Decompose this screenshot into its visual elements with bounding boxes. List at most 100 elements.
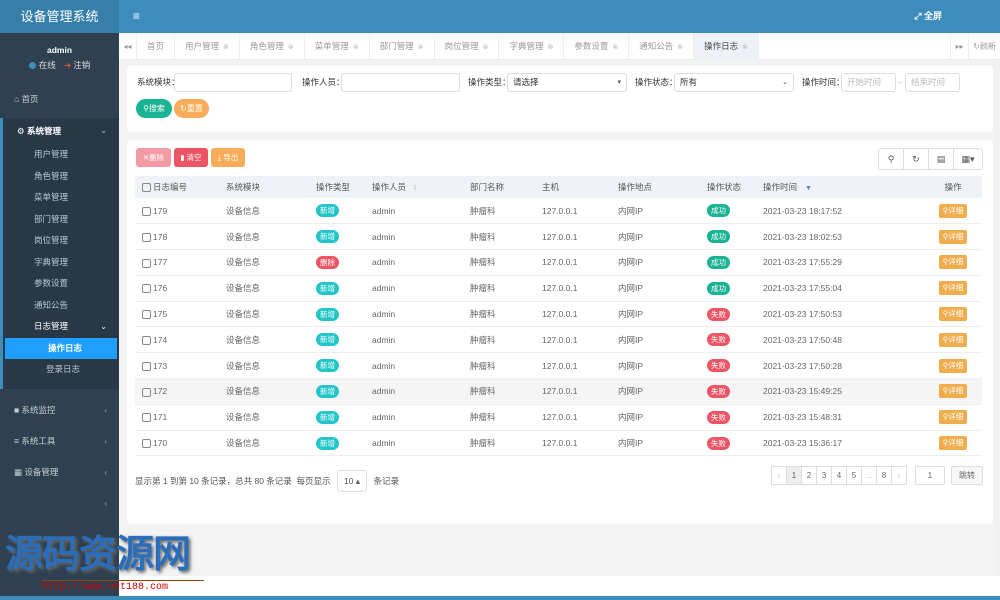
detail-button[interactable]: ⚲详细 (938, 203, 968, 218)
tab-home[interactable]: 首页 (137, 33, 176, 60)
tab-config[interactable]: 参数设置 ⊗ (564, 33, 630, 60)
sidebar-item-operlog[interactable]: 操作日志 (5, 337, 117, 359)
tabs-scroll-left-icon[interactable]: ◂◂ (119, 33, 137, 60)
type-select[interactable]: 请选择 ▾ (507, 73, 627, 92)
end-time-input[interactable]: 结束时间 (905, 73, 960, 92)
page-button[interactable]: 1 (786, 466, 802, 485)
detail-button[interactable]: ⚲详细 (938, 332, 968, 347)
sidebar-item-roles[interactable]: 角色管理 (3, 166, 119, 188)
clear-button[interactable]: ▮ 清空 (174, 148, 208, 167)
export-button[interactable]: ⤓ 导出 (211, 148, 245, 167)
status-select[interactable]: 所有 ⌄ (674, 73, 794, 92)
select-all-checkbox[interactable] (142, 183, 151, 193)
sidebar-item-tools[interactable]: ≡ 系统工具 ‹ (0, 426, 119, 457)
prev-page-button[interactable]: ‹ (771, 466, 787, 485)
page-scrollbar[interactable] (994, 60, 1000, 576)
table-row[interactable]: 173 设备信息 新增 admin 肿瘤科 127.0.0.1 内网IP 失败 2021-03-… (135, 353, 982, 379)
sidebar-item-devices[interactable]: ▦ 设备管理 ‹ (0, 457, 119, 488)
table-row[interactable]: 175 设备信息 新增 admin 肿瘤科 127.0.0.1 内网IP 失败 2021-03-… (135, 301, 982, 327)
sidebar-item-system[interactable]: ⚙ 系统管理 ⌄ (0, 118, 119, 144)
row-checkbox[interactable] (142, 413, 151, 423)
page-button[interactable]: 3 (816, 466, 832, 485)
close-icon[interactable]: ⊗ (288, 44, 294, 51)
col-module[interactable]: 系统模块 (226, 176, 316, 198)
detail-button[interactable]: ⚲详细 (938, 307, 968, 322)
jump-button[interactable]: 跳转 (951, 466, 983, 485)
col-location[interactable]: 操作地点 (618, 176, 707, 198)
sidebar-item-depts[interactable]: 部门管理 (3, 209, 119, 231)
sidebar-item-menus[interactable]: 菜单管理 (3, 187, 119, 209)
close-icon[interactable]: ⊗ (223, 44, 229, 51)
sidebar-item-log[interactable]: 日志管理 ⌄ (3, 316, 119, 338)
row-checkbox[interactable] (142, 206, 151, 216)
row-checkbox[interactable] (142, 310, 151, 320)
table-row[interactable]: 171 设备信息 新增 admin 肿瘤科 127.0.0.1 内网IP 失败 2021-03-… (135, 404, 982, 431)
detail-button[interactable]: ⚲详细 (938, 281, 968, 296)
table-row[interactable]: 172 设备信息 新增 admin 肿瘤科 127.0.0.1 内网IP 失败 2021-03-… (135, 378, 982, 405)
sidebar-item-home[interactable]: ⌂ 首页 (0, 86, 119, 112)
page-button[interactable]: 5 (846, 466, 862, 485)
page-button[interactable]: 8 (876, 466, 892, 485)
fullscreen-button[interactable]: ⤢ 全屏 (914, 0, 942, 33)
close-icon[interactable]: ⊗ (483, 44, 489, 51)
close-icon[interactable]: ⊗ (742, 44, 748, 51)
reset-button[interactable]: ↻重置 (174, 99, 209, 118)
tab-menus[interactable]: 菜单管理 ⊗ (305, 33, 370, 60)
close-icon[interactable]: ⊗ (547, 44, 553, 51)
refresh-button[interactable]: ↻刷新 (968, 33, 1000, 60)
tab-roles[interactable]: 角色管理 ⊗ (240, 33, 305, 60)
col-type[interactable]: 操作类型 (316, 176, 372, 198)
tabs-scroll-right-icon[interactable]: ▸▸ (950, 33, 968, 60)
columns-grid-icon[interactable]: ▦▾ (954, 149, 982, 169)
row-checkbox[interactable] (142, 361, 151, 371)
page-button[interactable]: 4 (831, 466, 847, 485)
tab-operlog[interactable]: 操作日志 ⊗ (694, 33, 760, 60)
table-row[interactable]: 170 设备信息 新增 admin 肿瘤科 127.0.0.1 内网IP 失败 2021-03-… (135, 430, 982, 456)
delete-button[interactable]: ✕删除 (136, 148, 171, 167)
sidebar-item-config[interactable]: 参数设置 (3, 273, 119, 295)
row-checkbox[interactable] (142, 336, 151, 345)
row-checkbox[interactable] (142, 284, 151, 294)
table-row[interactable]: 178 设备信息 新增 admin 肿瘤科 127.0.0.1 内网IP 成功 2021-03-… (135, 224, 982, 250)
next-page-button[interactable]: › (891, 466, 907, 485)
close-icon[interactable]: ⊗ (353, 44, 359, 51)
jump-page-input[interactable]: 1 (915, 466, 945, 485)
table-row[interactable]: 177 设备信息 删除 admin 肿瘤科 127.0.0.1 内网IP 成功 2021-03-… (135, 250, 982, 276)
sidebar-item-notice[interactable]: 通知公告 (3, 295, 119, 317)
row-checkbox[interactable] (142, 232, 151, 242)
operator-input[interactable] (341, 73, 460, 92)
tab-depts[interactable]: 部门管理 ⊗ (370, 33, 435, 60)
tab-notice[interactable]: 通知公告 ⊗ (629, 33, 695, 60)
row-checkbox[interactable] (142, 387, 151, 397)
sidebar-item-monitor[interactable]: ■ 系统监控 ‹ (0, 395, 119, 426)
detail-button[interactable]: ⚲详细 (938, 384, 968, 399)
col-operator[interactable]: 操作人员 ⇕ (372, 176, 470, 198)
tab-users[interactable]: 用户管理 ⊗ (175, 33, 240, 60)
table-row[interactable]: 174 设备信息 新增 admin 肿瘤科 127.0.0.1 内网IP 失败 2021-03-… (135, 327, 982, 353)
col-log-id[interactable]: 日志编号 (153, 176, 226, 198)
col-dept[interactable]: 部门名称 (470, 176, 542, 198)
detail-button[interactable]: ⚲详细 (938, 410, 968, 425)
detail-button[interactable]: ⚲详细 (938, 358, 968, 373)
logout-link[interactable]: 注销 (73, 60, 90, 70)
module-input[interactable] (174, 73, 292, 92)
page-button[interactable]: 2 (801, 466, 817, 485)
row-checkbox[interactable] (142, 439, 151, 449)
tab-posts[interactable]: 岗位管理 ⊗ (435, 33, 500, 60)
sidebar-item-users[interactable]: 用户管理 (3, 144, 119, 166)
table-row[interactable]: 176 设备信息 新增 admin 肿瘤科 127.0.0.1 内网IP 成功 2021-03-… (135, 275, 982, 302)
close-icon[interactable]: ⊗ (677, 44, 683, 51)
detail-button[interactable]: ⚲详细 (938, 229, 968, 244)
close-icon[interactable]: ⊗ (418, 44, 424, 51)
sidebar-item-dict[interactable]: 字典管理 (3, 252, 119, 274)
start-time-input[interactable]: 开始时间 (841, 73, 896, 92)
sidebar-item-loginlog[interactable]: 登录日志 (3, 359, 119, 381)
col-time[interactable]: 操作时间 ▼ (763, 176, 924, 198)
toggle-view-icon[interactable]: ▤ (929, 149, 954, 169)
search-button[interactable]: ⚲搜索 (136, 99, 172, 118)
page-size-select[interactable]: 10 ▴ (336, 470, 368, 492)
row-checkbox[interactable] (142, 258, 151, 268)
col-status[interactable]: 操作状态 (707, 176, 763, 198)
sidebar-toggle-icon[interactable]: ≡ (133, 0, 140, 33)
detail-button[interactable]: ⚲详细 (938, 255, 968, 270)
